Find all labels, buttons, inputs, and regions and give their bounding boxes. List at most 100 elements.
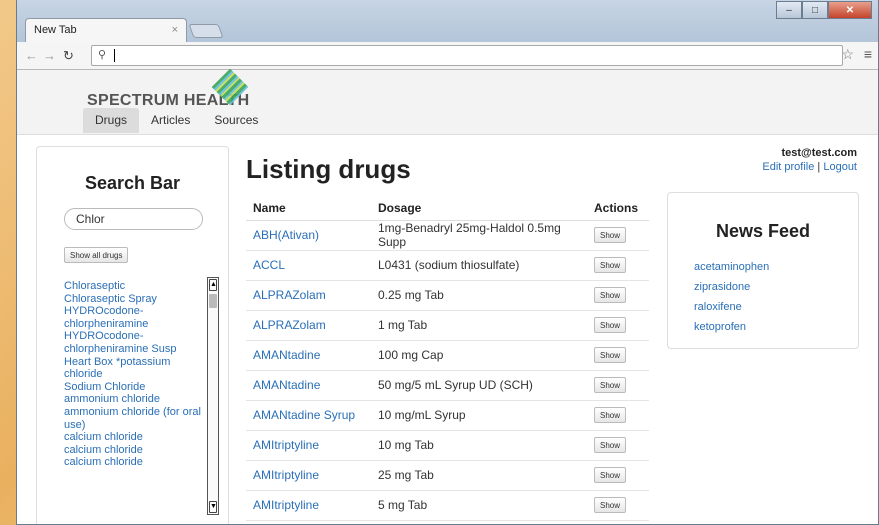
column-header-actions: Actions bbox=[587, 196, 649, 221]
text-caret bbox=[114, 49, 115, 62]
column-header-name: Name bbox=[246, 196, 371, 221]
drug-name-link[interactable]: AMItriptyline bbox=[253, 438, 319, 452]
drug-name-link[interactable]: AMItriptyline bbox=[253, 498, 319, 512]
new-tab-button[interactable] bbox=[188, 24, 224, 38]
drug-dosage: 1mg-Benadryl 25mg-Haldol 0.5mg Supp bbox=[371, 220, 587, 251]
results-scrollbar[interactable]: ▲ ▼ bbox=[207, 277, 219, 515]
site-nav: Drugs Articles Sources bbox=[83, 108, 270, 133]
list-item[interactable]: Sodium Chloride bbox=[64, 381, 207, 394]
table-row: AMANtadine 50 mg/5 mL Syrup UD (SCH) Sho… bbox=[246, 370, 649, 401]
show-button[interactable]: Show bbox=[594, 437, 627, 454]
minimize-icon[interactable]: – bbox=[776, 1, 802, 19]
drug-dosage: 10 mg Tab bbox=[371, 430, 587, 461]
drug-name-link[interactable]: AMItriptyline bbox=[253, 468, 319, 482]
link-separator: | bbox=[817, 161, 821, 173]
nav-sources[interactable]: Sources bbox=[202, 108, 270, 133]
forward-arrow-icon[interactable]: → bbox=[43, 48, 56, 63]
show-button[interactable]: Show bbox=[594, 257, 627, 274]
drug-dosage: 0.25 mg Tab bbox=[371, 280, 587, 311]
show-button[interactable]: Show bbox=[594, 227, 627, 244]
window-controls: – □ ✕ bbox=[776, 1, 872, 19]
browser-tab[interactable]: New Tab × bbox=[25, 18, 187, 42]
drug-dosage: 50 mg/5 mL Syrup UD (SCH) bbox=[371, 370, 587, 401]
web-page: SPECTRUM HEALTH Drugs Articles Sources S… bbox=[17, 68, 878, 524]
news-item[interactable]: raloxifene bbox=[694, 297, 769, 317]
drug-dosage: L0431 (sodium thiosulfate) bbox=[371, 250, 587, 281]
drug-dosage: 1 mg Tab bbox=[371, 310, 587, 341]
close-tab-icon[interactable]: × bbox=[172, 24, 178, 36]
list-item[interactable]: calcium chloride bbox=[64, 431, 207, 444]
list-item[interactable]: Chloraseptic Spray bbox=[64, 293, 207, 306]
table-row: AMItriptyline 5 mg Tab Show bbox=[246, 490, 649, 521]
bookmark-star-icon[interactable]: ☆ bbox=[841, 46, 854, 63]
page-title: Listing drugs bbox=[246, 154, 411, 184]
list-item[interactable]: HYDROcodone-chlorpheniramine bbox=[64, 305, 207, 330]
column-header-dosage: Dosage bbox=[371, 196, 587, 221]
news-item[interactable]: acetaminophen bbox=[694, 257, 769, 277]
user-links: Edit profile | Logout bbox=[762, 161, 857, 173]
show-button[interactable]: Show bbox=[594, 377, 627, 394]
table-header-row: Name Dosage Actions bbox=[246, 196, 649, 221]
scroll-up-arrow-icon[interactable]: ▲ bbox=[209, 279, 217, 291]
drug-name-link[interactable]: ABH(Ativan) bbox=[253, 228, 319, 242]
edit-profile-link[interactable]: Edit profile bbox=[762, 161, 814, 173]
drug-dosage: 25 mg Tab bbox=[371, 460, 587, 491]
drug-name-link[interactable]: ACCL bbox=[253, 258, 285, 272]
show-button[interactable]: Show bbox=[594, 317, 627, 334]
show-button[interactable]: Show bbox=[594, 287, 627, 304]
news-feed-title: News Feed bbox=[715, 221, 811, 241]
browser-toolbar: ← → ↻ ⚲ ☆ ≡ bbox=[17, 42, 878, 70]
show-button[interactable]: Show bbox=[594, 347, 627, 364]
news-item[interactable]: ketoprofen bbox=[694, 317, 769, 337]
browser-window: New Tab × – □ ✕ ← → ↻ ⚲ ☆ ≡ SPECTRUM HEA… bbox=[16, 0, 879, 525]
news-item[interactable]: ziprasidone bbox=[694, 277, 769, 297]
show-button[interactable]: Show bbox=[594, 497, 627, 514]
list-item[interactable]: ammonium chloride bbox=[64, 393, 207, 406]
maximize-icon[interactable]: □ bbox=[802, 1, 828, 19]
nav-articles[interactable]: Articles bbox=[139, 108, 202, 133]
drug-name-link[interactable]: ALPRAZolam bbox=[253, 318, 326, 332]
show-button[interactable]: Show bbox=[594, 467, 627, 484]
logout-link[interactable]: Logout bbox=[823, 161, 857, 173]
address-bar[interactable]: ⚲ bbox=[91, 45, 843, 66]
list-item[interactable]: calcium chloride bbox=[64, 444, 207, 457]
list-item[interactable]: Chloraseptic bbox=[64, 280, 207, 293]
search-results-list: Chloraseptic Chloraseptic Spray HYDROcod… bbox=[64, 280, 207, 469]
user-panel: test@test.com Edit profile | Logout bbox=[762, 147, 857, 173]
news-feed-list: acetaminophen ziprasidone raloxifene ket… bbox=[694, 257, 769, 337]
list-item[interactable]: HYDROcodone-chlorpheniramine Susp bbox=[64, 330, 207, 355]
table-row: ACCL L0431 (sodium thiosulfate) Show bbox=[246, 250, 649, 281]
drug-search-input[interactable] bbox=[64, 208, 203, 230]
table-row: AMItriptyline 10 mg Tab Show bbox=[246, 430, 649, 461]
sidebar-title: Search Bar bbox=[84, 173, 181, 193]
drug-name-link[interactable]: AMANtadine Syrup bbox=[253, 408, 355, 422]
list-item[interactable]: Heart Box *potassium chloride bbox=[64, 356, 207, 381]
scroll-down-arrow-icon[interactable]: ▼ bbox=[209, 501, 217, 513]
scroll-thumb[interactable] bbox=[209, 294, 217, 308]
drug-name-link[interactable]: ALPRAZolam bbox=[253, 288, 326, 302]
table-row: ALPRAZolam 0.25 mg Tab Show bbox=[246, 280, 649, 311]
close-window-icon[interactable]: ✕ bbox=[828, 1, 872, 19]
list-item[interactable]: calcium chloride bbox=[64, 456, 207, 469]
search-sidebar: Search Bar Show all drugs Chloraseptic C… bbox=[36, 146, 229, 524]
menu-icon[interactable]: ≡ bbox=[864, 46, 872, 62]
drug-dosage: 10 mg/mL Syrup bbox=[371, 400, 587, 431]
table-row: AMItriptyline 25 mg Tab Show bbox=[246, 460, 649, 491]
list-item[interactable]: ammonium chloride (for oral use) bbox=[64, 406, 207, 431]
show-button[interactable]: Show bbox=[594, 407, 627, 424]
title-bar: New Tab × – □ ✕ bbox=[17, 0, 878, 42]
back-arrow-icon[interactable]: ← bbox=[25, 48, 38, 63]
search-icon: ⚲ bbox=[98, 49, 107, 61]
drug-dosage: 100 mg Cap bbox=[371, 340, 587, 371]
drug-name-link[interactable]: AMANtadine bbox=[253, 348, 320, 362]
table-row: AMANtadine 100 mg Cap Show bbox=[246, 340, 649, 371]
user-email: test@test.com bbox=[781, 147, 857, 159]
drug-name-link[interactable]: AMANtadine bbox=[253, 378, 320, 392]
show-all-drugs-button[interactable]: Show all drugs bbox=[64, 247, 129, 263]
nav-drugs[interactable]: Drugs bbox=[83, 108, 140, 133]
table-row: ALPRAZolam 1 mg Tab Show bbox=[246, 310, 649, 341]
table-row: ABH(Ativan) 1mg-Benadryl 25mg-Haldol 0.5… bbox=[246, 220, 649, 251]
reload-icon[interactable]: ↻ bbox=[63, 48, 74, 64]
news-feed-panel: News Feed acetaminophen ziprasidone ralo… bbox=[667, 192, 859, 349]
site-header: SPECTRUM HEALTH Drugs Articles Sources bbox=[17, 68, 878, 135]
